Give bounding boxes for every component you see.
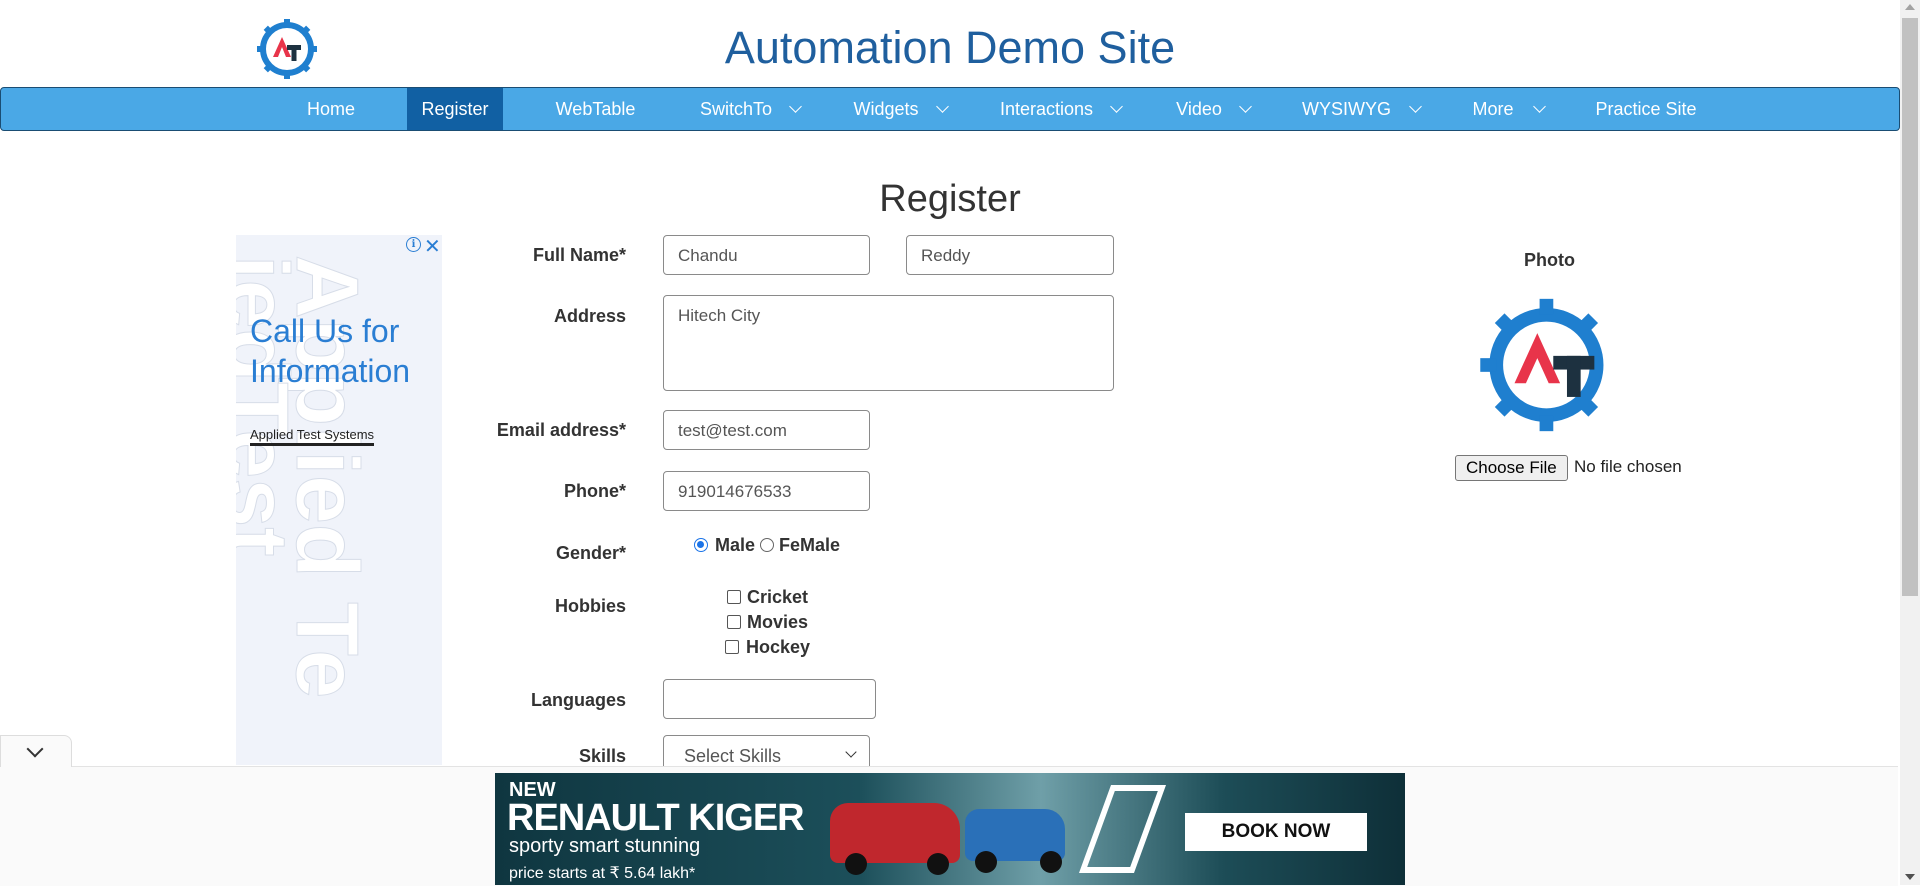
hobby-hockey-checkbox[interactable] bbox=[725, 640, 739, 654]
hobby-cricket-checkbox[interactable] bbox=[727, 590, 741, 604]
languages-label: Languages bbox=[530, 690, 626, 710]
gender-label: Gender* bbox=[555, 543, 626, 563]
nav-more[interactable]: More bbox=[1467, 88, 1519, 130]
gender-male-radio[interactable] bbox=[694, 538, 708, 552]
interactions-chevron-down-icon[interactable] bbox=[1110, 100, 1123, 113]
page-heading: Register bbox=[879, 178, 1021, 220]
first-name-input[interactable]: Chandu bbox=[663, 235, 870, 275]
scroll-down-icon[interactable] bbox=[1905, 874, 1915, 880]
video-chevron-down-icon[interactable] bbox=[1239, 100, 1252, 113]
more-chevron-down-icon[interactable] bbox=[1533, 100, 1546, 113]
ad-collapse-button[interactable] bbox=[0, 735, 72, 767]
ad-watermark: iedTest bbox=[236, 255, 308, 558]
hobby-movies-label[interactable]: Movies bbox=[747, 612, 808, 633]
book-now-button[interactable]: BOOK NOW bbox=[1185, 813, 1367, 851]
ad-brand-link[interactable]: Applied Test Systems bbox=[250, 427, 375, 446]
nav-video[interactable]: Video bbox=[1169, 88, 1229, 130]
gender-male-label[interactable]: Male bbox=[715, 535, 755, 556]
hobbies-label: Hobbies bbox=[554, 596, 626, 616]
nav-wysiwyg[interactable]: WYSIWYG bbox=[1299, 88, 1394, 130]
hobby-cricket-label[interactable]: Cricket bbox=[747, 587, 808, 608]
main-nav: Home Register WebTable SwitchTo Widgets … bbox=[0, 87, 1900, 131]
last-name-input[interactable]: Reddy bbox=[906, 235, 1114, 275]
banner-price: price starts at ₹ 5.64 lakh* bbox=[509, 865, 696, 882]
gender-female-radio[interactable] bbox=[760, 538, 774, 552]
photo-label: Photo bbox=[1524, 250, 1575, 270]
phone-label: Phone* bbox=[563, 481, 626, 501]
photo-preview-logo bbox=[1480, 298, 1604, 432]
nav-interactions[interactable]: Interactions bbox=[994, 88, 1099, 130]
site-title: Automation Demo Site bbox=[724, 22, 1176, 73]
car-wheel bbox=[975, 851, 997, 873]
choose-file-button[interactable]: Choose File bbox=[1455, 455, 1568, 481]
car-wheel bbox=[845, 853, 867, 875]
skills-select-value: Select Skills bbox=[684, 746, 782, 766]
scrollbar-thumb[interactable] bbox=[1902, 18, 1918, 596]
nav-register[interactable]: Register bbox=[407, 88, 503, 130]
nav-practice-site[interactable]: Practice Site bbox=[1591, 88, 1701, 130]
scroll-up-icon[interactable] bbox=[1905, 4, 1915, 10]
nav-switchto[interactable]: SwitchTo bbox=[691, 88, 781, 130]
hobby-movies-checkbox[interactable] bbox=[727, 615, 741, 629]
banner-tagline: sporty smart stunning bbox=[509, 835, 701, 857]
file-status: No file chosen bbox=[1574, 457, 1682, 476]
chevron-down-icon bbox=[26, 740, 44, 758]
wysiwyg-chevron-down-icon[interactable] bbox=[1409, 100, 1422, 113]
widgets-chevron-down-icon[interactable] bbox=[936, 100, 949, 113]
car-wheel bbox=[927, 853, 949, 875]
chevron-down-icon bbox=[845, 746, 857, 758]
gender-female-label[interactable]: FeMale bbox=[779, 535, 840, 556]
nav-home[interactable]: Home bbox=[291, 88, 371, 130]
banner-title: RENAULT KIGER bbox=[507, 797, 805, 839]
hobby-hockey-label[interactable]: Hockey bbox=[746, 637, 810, 658]
renault-banner-ad[interactable]: NEW RENAULT KIGER sporty smart stunning … bbox=[495, 773, 1405, 885]
address-label: Address bbox=[553, 306, 626, 326]
renault-logo bbox=[1078, 785, 1167, 873]
address-textarea[interactable]: Hitech City bbox=[663, 295, 1114, 391]
email-input[interactable]: test@test.com bbox=[663, 410, 870, 450]
nav-webtable[interactable]: WebTable bbox=[543, 88, 648, 130]
nav-widgets[interactable]: Widgets bbox=[846, 88, 926, 130]
switchto-chevron-down-icon[interactable] bbox=[789, 100, 802, 113]
languages-multiselect[interactable] bbox=[663, 679, 876, 719]
phone-input[interactable]: 919014676533 bbox=[663, 471, 870, 511]
email-label: Email address* bbox=[496, 420, 626, 440]
skills-label: Skills bbox=[578, 746, 626, 766]
car-wheel bbox=[1040, 851, 1062, 873]
full-name-label: Full Name* bbox=[532, 245, 626, 265]
